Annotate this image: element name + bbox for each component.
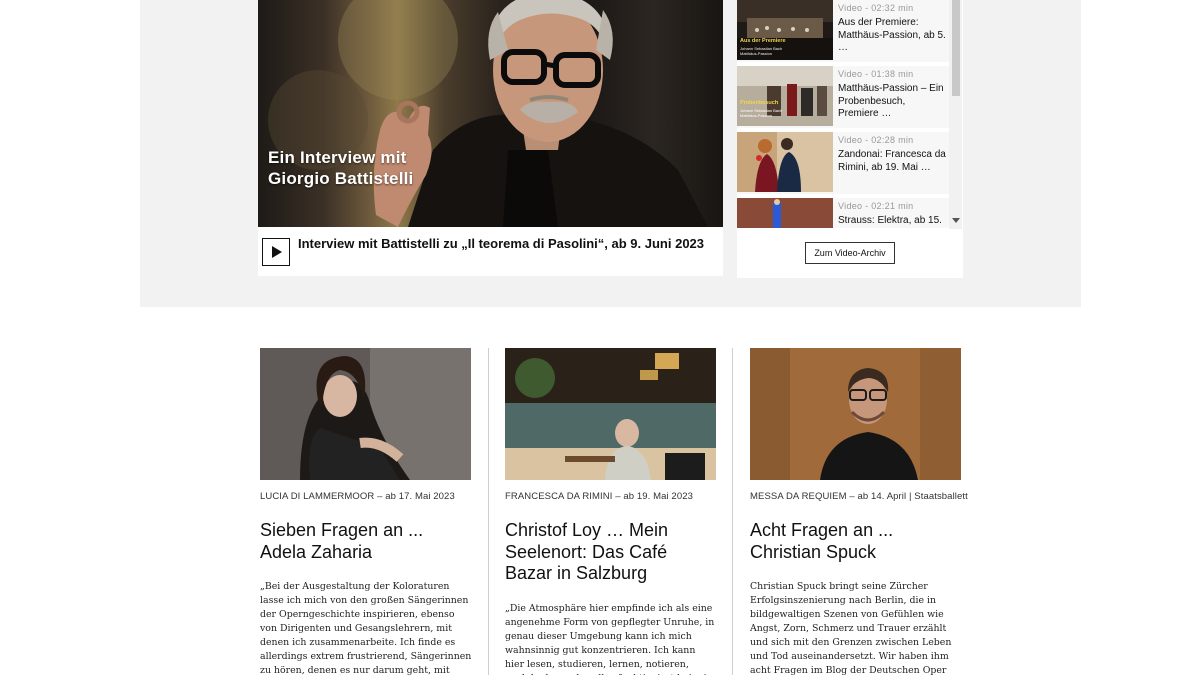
play-button[interactable]	[262, 238, 290, 266]
scroll-down-arrow-icon[interactable]	[952, 218, 960, 223]
playlist-thumbnail	[737, 198, 833, 228]
video-duration: Video - 02:32 min	[838, 3, 914, 13]
article-image[interactable]	[260, 348, 471, 480]
video-title[interactable]: Zandonai: Francesca da Rimini, ab 19. Ma…	[838, 149, 946, 174]
article-card[interactable]: LUCIA DI LAMMERMOOR – ab 17. Mai 2023 Si…	[260, 348, 472, 675]
article-card[interactable]: FRANCESCA DA RIMINI – ab 19. Mai 2023 Ch…	[505, 348, 717, 675]
column-divider	[488, 348, 489, 675]
portrait-illustration	[268, 0, 708, 227]
scrollbar-thumb[interactable]	[952, 0, 960, 96]
play-icon	[272, 246, 282, 258]
featured-video-thumbnail[interactable]: Ein Interview mit Giorgio Battistelli	[258, 0, 723, 227]
playlist-thumbnail	[737, 132, 833, 192]
thumb-caption-1: Probenbesuch	[740, 100, 779, 106]
video-title[interactable]: Strauss: Elektra, ab 15.	[838, 215, 946, 228]
video-playlist: Aus der Premiere Johann Sebastian Bach M…	[737, 0, 963, 278]
playlist-scrollbar[interactable]	[949, 0, 962, 229]
video-duration: Video - 02:28 min	[838, 135, 914, 145]
playlist-thumbnail: Probenbesuch Johann Sebastian Bach Matth…	[737, 66, 833, 126]
featured-video[interactable]: Ein Interview mit Giorgio Battistelli In…	[258, 0, 723, 276]
video-archive-button[interactable]: Zum Video-Archiv	[805, 242, 895, 264]
article-title[interactable]: Acht Fragen an ... Christian Spuck	[750, 520, 962, 563]
overlay-line-2: Giorgio Battistelli	[268, 169, 414, 188]
article-tag[interactable]: LUCIA DI LAMMERMOOR – ab 17. Mai 2023	[260, 491, 472, 502]
featured-video-overlay-title: Ein Interview mit Giorgio Battistelli	[268, 147, 413, 189]
thumb-caption-3: Matthäus-Passion	[740, 51, 773, 56]
playlist-item[interactable]: Probenbesuch Johann Sebastian Bach Matth…	[737, 66, 949, 128]
playlist-item[interactable]: Aus der Premiere Johann Sebastian Bach M…	[737, 0, 949, 62]
featured-video-caption[interactable]: Interview mit Battistelli zu „Il teorema…	[298, 235, 718, 252]
thumb-caption-1: Aus der Premiere	[740, 38, 786, 44]
playlist-scroll-area[interactable]: Aus der Premiere Johann Sebastian Bach M…	[737, 0, 950, 228]
overlay-line-1: Ein Interview mit	[268, 148, 407, 167]
article-title[interactable]: Sieben Fragen an ... Adela Zaharia	[260, 520, 472, 563]
article-teaser: Christian Spuck bringt seine Zürcher Erf…	[750, 581, 952, 675]
playlist-item[interactable]: Video - 02:21 min Strauss: Elektra, ab 1…	[737, 198, 949, 228]
article-card[interactable]: MESSA DA REQUIEM – ab 14. April | Staats…	[750, 348, 968, 675]
article-image[interactable]	[505, 348, 716, 480]
article-teaser: „Bei der Ausgestaltung der Koloraturen l…	[260, 581, 472, 675]
video-duration: Video - 02:21 min	[838, 201, 914, 211]
playlist-thumbnail: Aus der Premiere Johann Sebastian Bach M…	[737, 0, 833, 60]
article-title[interactable]: Christof Loy … Mein Seelenort: Das Café …	[505, 520, 717, 585]
article-tag[interactable]: MESSA DA REQUIEM – ab 14. April | Staats…	[750, 491, 968, 502]
video-title[interactable]: Matthäus-Passion – Ein Probenbesuch, Pre…	[838, 83, 946, 121]
video-duration: Video - 01:38 min	[838, 69, 914, 79]
article-teaser: „Die Atmosphäre hier empfinde ich als ei…	[505, 602, 715, 675]
column-divider	[732, 348, 733, 675]
video-title[interactable]: Aus der Premiere: Matthäus-Passion, ab 5…	[838, 17, 946, 55]
article-tag[interactable]: FRANCESCA DA RIMINI – ab 19. Mai 2023	[505, 491, 717, 502]
thumb-caption-3: Matthäus-Passion	[740, 113, 773, 118]
article-image[interactable]	[750, 348, 961, 480]
playlist-item[interactable]: Video - 02:28 min Zandonai: Francesca da…	[737, 132, 949, 194]
